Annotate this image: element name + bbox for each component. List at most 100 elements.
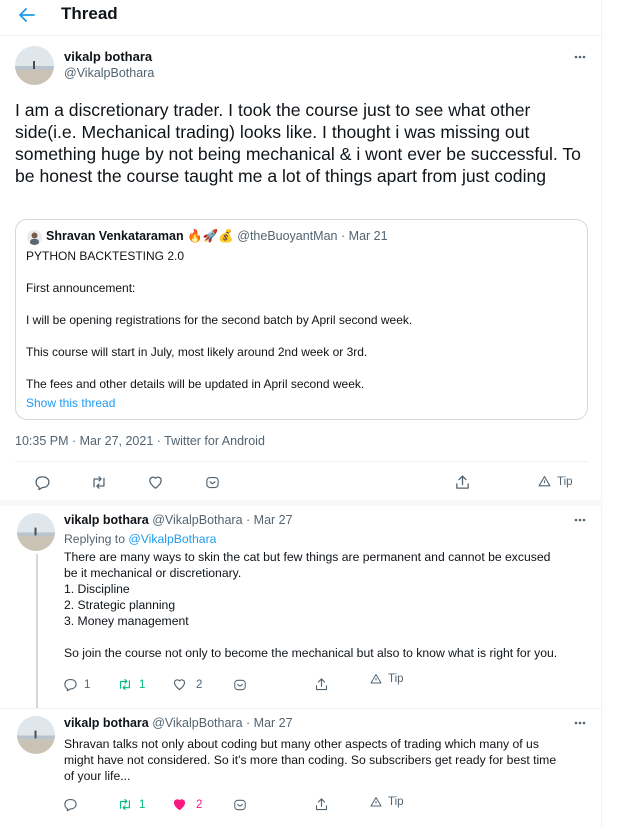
more-options-icon[interactable] [570,713,590,733]
reply-date[interactable]: Mar 27 [254,716,293,730]
back-arrow-icon[interactable] [14,3,40,27]
more-options-icon[interactable] [570,510,590,530]
retweet-icon [120,678,130,691]
reply-icon [64,678,77,692]
heart-filled-icon [173,799,186,811]
chevron-down-box-icon [206,476,219,489]
reply-line: So join the course not only to become th… [64,646,558,660]
quoted-line: This course will start in July, most lik… [26,345,368,359]
chevron-down-box-icon [234,799,246,811]
retweet-button[interactable]: 1 [117,677,145,692]
like-count: 2 [196,678,203,691]
reply-line-blank [64,629,589,645]
reply-button[interactable]: 1 [63,677,90,692]
quoted-line: I will be opening registrations for the … [26,313,413,327]
reply-header: vikalp bothara @VikalpBothara · Mar 27 [64,513,293,527]
show-thread-link[interactable]: Show this thread [26,396,115,410]
reply-line: 1. Discipline [64,582,130,596]
meta-divider [15,461,588,462]
tip-button[interactable]: Tip [370,796,404,808]
tip-jar-button[interactable] [233,678,247,692]
heart-icon [149,476,162,489]
reply-line: Shravan talks not only about coding but … [64,737,539,751]
tip-label: Tip [388,796,404,808]
reply-count: 1 [84,678,91,691]
thread-header: Thread [0,0,602,31]
reply-line: There are many ways to skin the cat but … [64,550,551,564]
reply-author-handle[interactable]: @VikalpBothara [152,716,242,730]
like-count: 2 [196,798,203,811]
heart-icon [173,679,186,691]
reply-button[interactable] [34,474,51,491]
share-icon [456,475,469,489]
quoted-date[interactable]: Mar 21 [349,229,388,243]
reply-author-name[interactable]: vikalp bothara [64,716,149,730]
replying-prefix: Replying to [64,532,125,546]
reply-date[interactable]: Mar 27 [254,513,293,527]
tip-label: Tip [557,475,573,488]
share-button[interactable] [314,677,329,692]
reply-text: Shravan talks not only about coding but … [64,736,589,784]
share-icon [315,678,328,691]
reply-header: vikalp bothara @VikalpBothara · Mar 27 [64,716,293,730]
dot-separator: · [341,229,346,243]
like-button[interactable]: 2 [172,797,202,812]
quoted-line: First announcement: [26,281,136,295]
thread-connector-line [36,554,38,708]
quoted-header: Shravan Venkataraman 🔥🚀💰 @theBuoyantMan … [46,229,388,244]
section-divider [0,500,602,506]
reply-icon [64,798,77,812]
reply-line: 3. Money management [64,614,189,628]
like-button[interactable] [147,474,164,491]
reply-author-handle[interactable]: @VikalpBothara [152,513,242,527]
tip-icon [538,476,551,487]
dot-separator: · [246,513,251,527]
reply-line: might have not considered. So it's more … [64,753,557,767]
reply-button[interactable] [63,797,78,812]
retweet-count: 1 [139,798,146,811]
quoted-line: The fees and other details will be updat… [26,377,365,391]
reply-line: of your life... [64,769,131,783]
quoted-avatar [27,230,42,245]
quoted-tweet[interactable]: Shravan Venkataraman 🔥🚀💰 @theBuoyantMan … [15,219,588,420]
retweet-button[interactable]: 1 [117,797,145,812]
tip-icon [370,674,382,684]
author-handle[interactable]: @VikalpBothara [64,66,154,80]
replying-to: Replying to @VikalpBothara [64,531,589,547]
quoted-author-name[interactable]: Shravan Venkataraman [46,229,184,243]
author-name[interactable]: vikalp bothara [64,49,152,64]
avatar[interactable] [17,716,55,754]
page-title: Thread [61,4,118,23]
reply-line: 2. Strategic planning [64,598,176,612]
quoted-author-emojis: 🔥🚀💰 [187,229,234,243]
tweet-text: I am a discretionary trader. I took the … [15,100,581,186]
share-button[interactable] [314,797,329,812]
tweet-timestamp[interactable]: 10:35 PM · Mar 27, 2021 · Twitter for An… [15,434,265,448]
share-button[interactable] [454,474,471,491]
replying-to-link[interactable]: @VikalpBothara [128,532,216,546]
tip-icon [370,797,382,807]
reply-text: There are many ways to skin the cat but … [64,549,589,661]
avatar[interactable] [17,513,55,551]
reply-author-name[interactable]: vikalp bothara [64,513,149,527]
timeline-column: Thread vikalp bothara @VikalpBothara I a… [0,0,602,827]
tip-jar-button[interactable] [233,798,247,812]
retweet-count: 1 [139,678,146,691]
tip-jar-button[interactable] [205,475,220,490]
tip-button[interactable]: Tip [538,475,573,488]
quoted-author-handle[interactable]: @theBuoyantMan [237,229,337,243]
tip-button[interactable]: Tip [370,673,404,685]
tip-label: Tip [388,673,404,685]
share-icon [315,798,328,811]
retweet-icon [120,798,130,811]
dot-separator: · [246,716,251,730]
like-button[interactable]: 2 [172,677,202,692]
retweet-icon [93,476,105,489]
quoted-line: PYTHON BACKTESTING 2.0 [26,249,185,263]
reply-icon [35,476,50,491]
avatar[interactable] [15,46,54,85]
header-divider [0,35,602,36]
retweet-button[interactable] [90,474,108,491]
reply-divider [0,708,602,709]
more-options-icon[interactable] [570,47,590,67]
